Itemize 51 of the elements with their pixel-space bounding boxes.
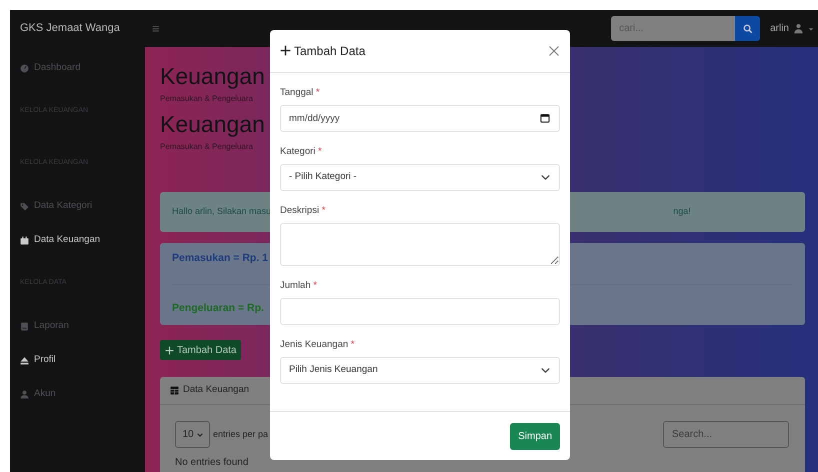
plus-icon	[280, 45, 291, 56]
user-icon	[20, 390, 29, 398]
field-label: Jumlah *	[280, 280, 317, 292]
summary-line: Pengeluaran = Rp.	[172, 301, 264, 316]
required-mark: *	[350, 339, 354, 350]
page-title: Keuangan	[160, 110, 265, 139]
brand-title[interactable]: GKS Jemaat Wanga	[10, 20, 145, 37]
chevron-icon	[196, 432, 203, 438]
caret-icon	[808, 26, 814, 32]
calendar-icon[interactable]	[540, 113, 550, 123]
field-label: Jenis Keuangan *	[280, 339, 354, 351]
close-icon	[548, 45, 560, 57]
select-field[interactable]: Pilih Jenis Keuangan	[280, 357, 560, 384]
user-icon	[793, 23, 804, 34]
user-name: arlin	[770, 22, 789, 36]
plus-icon	[165, 346, 174, 354]
page-title: Keuangan	[160, 62, 265, 91]
save-button[interactable]: Simpan	[510, 422, 560, 450]
sidebar-item[interactable]: Profil	[10, 343, 66, 377]
page-subtitle: Pemasukan & Pengeluara	[160, 141, 253, 153]
add-data-button[interactable]: Tambah Data	[160, 340, 242, 360]
input-field[interactable]	[280, 298, 560, 325]
card-title: Data Keuangan	[183, 383, 250, 398]
required-mark: *	[318, 146, 322, 157]
table-search-field[interactable]: Search...	[663, 421, 789, 448]
page-size-label: entries per pa	[213, 428, 268, 441]
sidebar-item[interactable]: Data Keuangan	[10, 223, 110, 257]
alert-text: nga!	[673, 205, 691, 218]
summary-line: Pemasukan = Rp. 1	[172, 251, 268, 266]
tag-icon	[20, 202, 29, 210]
dashboard-icon	[20, 64, 29, 72]
page-subtitle: Pemasukan & Pengeluara	[160, 93, 253, 105]
field-label: Kategori *	[280, 146, 322, 158]
field-label: Deskripsi *	[280, 205, 326, 217]
empty-message: No entries found	[175, 457, 248, 469]
required-mark: *	[313, 280, 317, 291]
search-button[interactable]	[735, 16, 760, 41]
table-icon	[170, 386, 179, 395]
required-mark: *	[316, 87, 320, 98]
book-icon	[20, 322, 29, 330]
user-menu[interactable]: arlin	[770, 21, 814, 36]
field-label: Tanggal *	[280, 87, 320, 99]
select-field[interactable]: - Pilih Kategori -	[280, 164, 560, 191]
page-size-select[interactable]: 10	[175, 421, 210, 448]
required-mark: *	[322, 205, 326, 216]
date-field[interactable]: mm/dd/yyyy	[280, 105, 560, 132]
eject-icon	[20, 356, 29, 364]
search-icon	[742, 24, 753, 34]
modal-title: Tambah Data	[294, 44, 366, 58]
calendar-icon	[20, 236, 29, 244]
close-button[interactable]	[548, 45, 560, 57]
